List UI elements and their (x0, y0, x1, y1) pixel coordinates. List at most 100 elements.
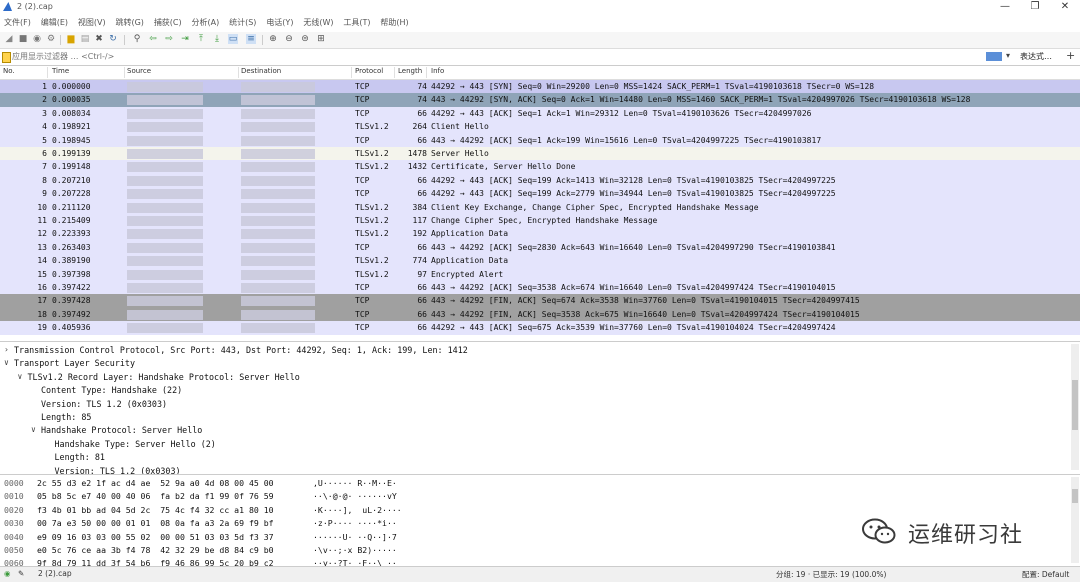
packet-row[interactable]: 19 0.405936 TCP 66 44292 → 443 [ACK] Seq=675… (0, 321, 1080, 335)
byte-offset[interactable]: 0000 (4, 478, 24, 488)
byte-offset[interactable]: 0040 (4, 532, 24, 542)
packet-row[interactable]: 1 0.000000 TCP 74 44292 → 443 [SYN] Seq=0 Wi… (0, 80, 1080, 94)
menu-go[interactable]: 跳转(G) (115, 15, 143, 31)
reload-file-icon[interactable]: ↻ (108, 34, 118, 44)
byte-hex[interactable]: e0 5c 76 ce aa 3b f4 78 42 32 29 be d8 8… (37, 545, 274, 555)
add-filter-button[interactable]: + (1066, 49, 1075, 62)
column-no[interactable]: No. (3, 67, 15, 75)
byte-offset[interactable]: 0030 (4, 518, 24, 528)
column-info[interactable]: Info (431, 67, 444, 75)
byte-hex[interactable]: 00 7a e3 50 00 00 01 01 08 0a fa a3 2a 6… (37, 518, 274, 528)
expert-info-icon[interactable]: ◉ (4, 569, 11, 578)
packet-row[interactable]: 7 0.199148 TLSv1.2 1432 Certificate, Server … (0, 160, 1080, 174)
packet-row[interactable]: 2 0.000035 TCP 74 443 → 44292 [SYN, ACK] Seq… (0, 93, 1080, 107)
capture-options-icon[interactable]: ⚙ (46, 34, 56, 44)
go-to-packet-icon[interactable]: ⇥ (180, 34, 190, 44)
column-destination[interactable]: Destination (241, 67, 281, 75)
normal-size-icon[interactable]: ⊜ (300, 34, 310, 44)
byte-hex[interactable]: f3 4b 01 bb ad 04 5d 2c 75 4c f4 32 cc a… (37, 505, 274, 515)
byte-offset[interactable]: 0050 (4, 545, 24, 555)
menu-tools[interactable]: 工具(T) (343, 15, 370, 31)
packet-row[interactable]: 17 0.397428 TCP 66 443 → 44292 [FIN, ACK] Se… (0, 294, 1080, 308)
packet-row[interactable]: 5 0.198945 TCP 66 443 → 44292 [ACK] Seq=1 Ac… (0, 133, 1080, 147)
column-protocol[interactable]: Protocol (355, 67, 383, 75)
packet-time: 0.397428 (52, 296, 91, 306)
column-source[interactable]: Source (127, 67, 151, 75)
minimize-button[interactable]: — (990, 0, 1020, 14)
byte-ascii[interactable]: ·K····], uL·2···· (313, 505, 402, 515)
packet-row[interactable]: 8 0.207210 TCP 66 44292 → 443 [ACK] Seq=199 … (0, 173, 1080, 188)
restart-capture-icon[interactable]: ◉ (32, 34, 42, 44)
byte-offset[interactable]: 0020 (4, 505, 24, 515)
expression-button[interactable]: 表达式… (1020, 51, 1052, 62)
autoscroll-icon[interactable]: ▭ (228, 34, 238, 44)
menu-wireless[interactable]: 无线(W) (303, 15, 333, 31)
menu-capture[interactable]: 捕获(C) (154, 15, 182, 31)
packet-row[interactable]: 13 0.263403 TCP 66 443 → 44292 [ACK] Seq=283… (0, 240, 1080, 255)
byte-ascii[interactable]: ··\·@·@· ······vY (313, 491, 397, 501)
start-capture-icon[interactable]: ◢ (4, 34, 14, 44)
find-packet-icon[interactable]: ⚲ (132, 34, 142, 44)
packet-row[interactable]: 3 0.008034 TCP 66 44292 → 443 [ACK] Seq=1 Ac… (0, 106, 1080, 121)
byte-hex[interactable]: e9 09 16 03 03 00 55 02 00 00 51 03 03 5… (37, 532, 274, 542)
close-button[interactable]: ✕ (1050, 0, 1080, 14)
packet-row[interactable]: 10 0.211120 TLSv1.2 384 Client Key Exchange,… (0, 200, 1080, 214)
stop-capture-icon[interactable]: ■ (18, 34, 28, 44)
collapsed-arrow-icon[interactable]: › (4, 345, 12, 354)
byte-ascii[interactable]: ······U· ··Q··]·7 (313, 532, 397, 542)
packet-row[interactable]: 9 0.207228 TCP 66 44292 → 443 [ACK] Seq=199 … (0, 187, 1080, 201)
byte-hex[interactable]: 2c 55 d3 e2 1f ac d4 ae 52 9a a0 4d 08 0… (37, 478, 274, 488)
packet-row[interactable]: 12 0.223393 TLSv1.2 192 Application Data (0, 227, 1080, 241)
status-profile[interactable]: 配置: Default (1022, 569, 1069, 580)
packet-details-pane[interactable]: › Transmission Control Protocol, Src Port… (0, 341, 1080, 476)
expanded-arrow-icon[interactable]: ∨ (4, 358, 12, 367)
resize-columns-icon[interactable]: ⊞ (316, 34, 326, 44)
save-file-icon[interactable]: ▤ (80, 34, 90, 44)
packet-row[interactable]: 15 0.397398 TLSv1.2 97 Encrypted Alert (0, 267, 1080, 281)
filter-dropdown-icon[interactable]: ▾ (1006, 51, 1010, 60)
byte-ascii[interactable]: ·z·P···· ····*i·· (313, 518, 397, 528)
packet-row[interactable]: 4 0.198921 TLSv1.2 264 Client Hello (0, 120, 1080, 134)
redacted-destination (241, 202, 315, 213)
packet-protocol: TLSv1.2 (355, 162, 389, 172)
menu-telephony[interactable]: 电话(Y) (266, 15, 293, 31)
menu-statistics[interactable]: 统计(S) (229, 15, 256, 31)
maximize-button[interactable]: ❐ (1020, 0, 1050, 14)
expanded-arrow-icon[interactable]: ∨ (31, 425, 39, 434)
bytes-scrollbar-thumb[interactable] (1072, 489, 1078, 503)
menu-file[interactable]: 文件(F) (4, 15, 31, 31)
display-filter-input[interactable] (12, 50, 972, 62)
byte-offset[interactable]: 0010 (4, 491, 24, 501)
capture-comment-icon[interactable]: ✎ (18, 569, 24, 578)
packet-row[interactable]: 18 0.397492 TCP 66 443 → 44292 [FIN, ACK] Se… (0, 307, 1080, 322)
go-forward-icon[interactable]: ⇨ (164, 34, 174, 44)
last-packet-icon[interactable]: ⤓ (212, 34, 222, 44)
packet-row[interactable]: 16 0.397422 TCP 66 443 → 44292 [ACK] Seq=353… (0, 281, 1080, 295)
zoom-out-icon[interactable]: ⊖ (284, 34, 294, 44)
packet-row[interactable]: 11 0.215409 TLSv1.2 117 Change Cipher Spec, … (0, 214, 1080, 228)
menu-analyze[interactable]: 分析(A) (192, 15, 220, 31)
byte-ascii[interactable]: ·\v··;·x B2)····· (313, 545, 397, 555)
byte-hex[interactable]: 05 b8 5c e7 40 00 40 06 fa b2 da f1 99 0… (37, 491, 274, 501)
packet-row[interactable]: 14 0.389190 TLSv1.2 774 Application Data (0, 254, 1080, 268)
zoom-in-icon[interactable]: ⊕ (268, 34, 278, 44)
detail-text: Handshake Protocol: Server Hello (41, 425, 203, 436)
column-length[interactable]: Length (398, 67, 422, 75)
packet-row[interactable]: 6 0.199139 TLSv1.2 1478 Server Hello (0, 147, 1080, 161)
details-scrollbar-thumb[interactable] (1072, 380, 1078, 430)
column-time[interactable]: Time (52, 67, 69, 75)
colorize-icon[interactable]: ≡ (246, 34, 256, 44)
menu-view[interactable]: 视图(V) (78, 15, 106, 31)
redacted-source (127, 309, 203, 320)
menu-help[interactable]: 帮助(H) (380, 15, 408, 31)
go-back-icon[interactable]: ⇦ (148, 34, 158, 44)
byte-ascii[interactable]: ,U······ R··M··E· (313, 478, 397, 488)
apply-filter-arrow-icon[interactable] (986, 52, 1002, 61)
menu-edit[interactable]: 编辑(E) (41, 15, 68, 31)
packet-list[interactable]: No. Time Source Destination Protocol Len… (0, 66, 1080, 338)
close-file-icon[interactable]: ✖ (94, 34, 104, 44)
first-packet-icon[interactable]: ⤒ (196, 34, 206, 44)
open-file-icon[interactable]: ▆ (66, 34, 76, 44)
bookmark-icon[interactable] (2, 52, 11, 63)
expanded-arrow-icon[interactable]: ∨ (18, 372, 26, 381)
